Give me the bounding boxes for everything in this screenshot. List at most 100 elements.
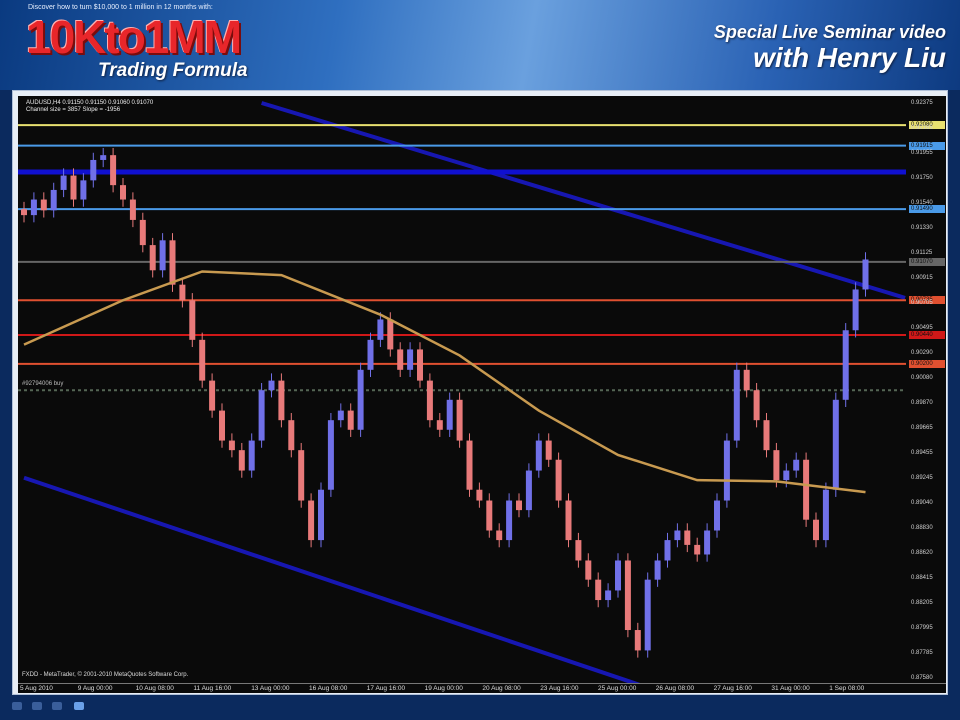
candle-body <box>397 349 404 370</box>
date-tick-label: 17 Aug 16:00 <box>366 685 406 692</box>
candle-body <box>288 420 295 451</box>
candle-body <box>674 530 681 541</box>
price-tick-label: 0.91750 <box>911 174 933 181</box>
price-tick-label: 0.90290 <box>911 350 933 357</box>
date-tick-label: 25 Aug 00:00 <box>598 685 637 692</box>
candle-body <box>783 470 790 481</box>
candle-body <box>615 560 621 591</box>
candle-body <box>417 349 423 381</box>
candle-body <box>694 544 701 555</box>
order-label: #92794006 buy <box>22 381 64 387</box>
candle-body <box>179 284 186 301</box>
candle-body <box>496 530 503 541</box>
date-tick-label: 16 Aug 08:00 <box>309 685 348 692</box>
price-tick-label: 0.91125 <box>911 249 933 256</box>
candle-body <box>258 390 265 441</box>
candle-body <box>357 369 364 430</box>
date-tick-label: 1 Sep 08:00 <box>829 685 865 692</box>
taskbar-icon[interactable] <box>52 702 62 710</box>
date-tick-label: 26 Aug 08:00 <box>655 685 695 692</box>
candle-body <box>832 399 839 490</box>
price-tick-label: 0.88620 <box>911 550 933 557</box>
candle-body <box>753 390 760 421</box>
candle-body <box>456 399 463 441</box>
seminar-title: Special Live Seminar video <box>713 22 946 42</box>
price-tick-label: 0.88205 <box>911 600 933 607</box>
channel-line-1 <box>23 475 649 690</box>
symbol-info: AUDUSD,H4 0.91150 0.91150 0.91060 0.9107… <box>26 100 154 106</box>
candle-body <box>268 380 275 391</box>
price-tick-label: 0.91330 <box>911 225 933 232</box>
candle-body <box>862 259 869 290</box>
date-tick-label: 31 Aug 00:00 <box>771 685 810 692</box>
candle-body <box>506 500 513 541</box>
candle-body <box>21 209 27 216</box>
candle-body <box>149 245 156 271</box>
price-tick-label: 0.89665 <box>911 424 933 431</box>
price-tick-label: 0.87995 <box>911 625 933 632</box>
candle-body <box>40 199 47 211</box>
candle-body <box>80 180 87 200</box>
candle-body <box>120 185 126 200</box>
level-tag: 0.90200 <box>909 359 945 368</box>
candle-body <box>644 579 651 651</box>
taskbar-icon[interactable] <box>32 702 42 710</box>
candle-body <box>318 489 324 541</box>
taskbar-icon-active[interactable] <box>74 702 84 710</box>
candle-body <box>743 369 750 391</box>
date-tick-label: 13 Aug 00:00 <box>251 685 290 692</box>
candle-body <box>100 155 107 160</box>
candle-body <box>654 560 661 580</box>
date-tick-label: 9 Aug 00:00 <box>77 685 113 692</box>
candle-body <box>714 500 720 531</box>
candle-body <box>90 159 97 181</box>
candle-body <box>30 199 37 216</box>
price-tick-label: 0.90495 <box>911 325 933 332</box>
price-tick-label: 0.88830 <box>911 525 933 532</box>
candle-body <box>367 339 374 370</box>
candle-body <box>545 440 552 460</box>
date-tick-label: 19 Aug 00:00 <box>424 685 463 692</box>
taskbar-icon[interactable] <box>12 702 22 710</box>
candle-body <box>585 560 592 580</box>
date-tick-label: 20 Aug 08:00 <box>482 685 521 692</box>
price-axis: 0.92080 0.91915 0.91490 0.91070 0.90735 0.904… <box>906 96 946 683</box>
candle-body <box>50 189 57 211</box>
candle-body <box>575 540 582 561</box>
candle-body <box>813 519 819 541</box>
candle-body <box>189 300 196 340</box>
candle-body <box>407 349 414 370</box>
price-tick-label: 0.91955 <box>911 150 933 157</box>
candle-body <box>723 440 730 501</box>
price-tick-label: 0.89245 <box>911 475 933 482</box>
price-tick-label: 0.90915 <box>911 275 933 282</box>
candle-body <box>842 330 849 400</box>
channel-info: Channel size = 3857 Slope = -1956 <box>26 107 121 113</box>
candle-body <box>238 450 245 471</box>
candle-body <box>634 630 641 651</box>
candle-body <box>466 440 473 490</box>
candle-body <box>387 319 394 350</box>
candle-body <box>248 440 255 471</box>
candle-body <box>347 410 354 430</box>
candle-body <box>565 500 572 541</box>
candle-body <box>337 410 344 421</box>
copyright-text: FXDD - MetaTrader, © 2001-2010 MetaQuote… <box>22 672 189 678</box>
candle-body <box>822 489 829 541</box>
channel-line-0 <box>261 101 906 300</box>
candle-body <box>605 590 612 601</box>
price-tick-label: 0.89040 <box>911 499 933 506</box>
candle-body <box>793 459 800 471</box>
candle-body <box>476 489 483 501</box>
date-axis: 5 Aug 2010 9 Aug 00:00 10 Aug 08:00 11 Aug … <box>18 683 946 693</box>
candle-body <box>70 175 77 200</box>
price-tick-label: 0.91540 <box>911 200 933 207</box>
candle-body <box>684 530 691 545</box>
price-tick-label: 0.92375 <box>911 100 933 106</box>
candle-body <box>516 500 522 511</box>
logo: 10Kto1MM <box>26 11 242 63</box>
seminar-presenter: with Henry Liu <box>753 42 946 73</box>
price-chart[interactable] <box>18 96 908 690</box>
candle-body <box>426 380 433 421</box>
candle-body <box>209 380 216 411</box>
